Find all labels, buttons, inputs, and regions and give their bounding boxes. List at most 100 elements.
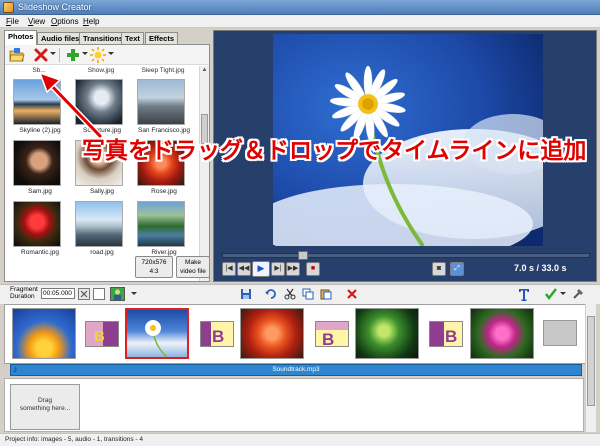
text-tool-icon[interactable] xyxy=(518,288,530,301)
check-dropdown-caret[interactable] xyxy=(560,292,566,295)
thumbnail-image xyxy=(13,140,61,186)
status-bar: Project info: images - 5, audio - 1, tra… xyxy=(0,433,600,446)
paste-icon[interactable] xyxy=(320,288,332,300)
svg-text:B: B xyxy=(445,327,457,346)
photo-label: Skyline (2).jpg xyxy=(19,127,61,134)
play-button[interactable]: ▶ xyxy=(252,261,270,277)
empty-slide-placeholder[interactable] xyxy=(543,320,577,346)
checkmark-icon[interactable] xyxy=(545,288,557,300)
photo-thumbnail[interactable]: San Francisco.jpg xyxy=(133,79,195,139)
partial-row: Sb... Show.jpg Sleep Tight.jpg xyxy=(7,66,197,78)
tab-transitions[interactable]: Transitions xyxy=(79,32,128,44)
storyboard-slide[interactable] xyxy=(355,308,419,359)
fullscreen-icon[interactable]: ⤢ xyxy=(450,262,464,276)
storyboard-transition[interactable]: B xyxy=(85,321,119,347)
thumbnail-image xyxy=(75,201,123,247)
stop-button[interactable]: ■ xyxy=(306,262,320,276)
thumbnail-image xyxy=(13,79,61,125)
timeline-scrollbar[interactable] xyxy=(585,304,596,432)
photo-label: Romantic.jpg xyxy=(21,249,59,256)
storyboard-transition[interactable]: B xyxy=(200,321,234,347)
photo-thumbnail[interactable]: Romantic.jpg xyxy=(9,201,71,261)
window-title: Slideshow Creator xyxy=(18,2,92,12)
fragment-duration-field[interactable]: 00:05.000 xyxy=(41,288,75,299)
storyboard-transition[interactable]: B xyxy=(429,321,463,347)
progress-knob[interactable] xyxy=(298,251,308,260)
title-bar: Slideshow Creator xyxy=(0,0,600,15)
menu-bar: File View Options Help xyxy=(0,15,600,28)
add-dropdown-caret[interactable] xyxy=(82,52,88,55)
tab-photos[interactable]: Photos xyxy=(4,30,38,45)
go-to-end-button[interactable]: ▶▶ xyxy=(286,262,300,276)
thumbnail-image xyxy=(75,79,123,125)
transition-ab-icon: B xyxy=(316,322,348,347)
drag-placeholder[interactable]: Drag something here... xyxy=(10,384,80,430)
snapshot-camera-icon[interactable]: ◙ xyxy=(432,262,446,276)
svg-text:B: B xyxy=(322,330,334,347)
audio-track[interactable]: ♪ Soundtrack.mp3 xyxy=(10,364,582,376)
timeline-scrollbar-thumb[interactable] xyxy=(587,316,595,406)
make-video-button[interactable]: Make video file xyxy=(176,256,210,278)
background-dropdown-caret[interactable] xyxy=(131,292,137,295)
photo-thumbnail[interactable]: Skyline (2).jpg xyxy=(9,79,71,139)
cut-icon[interactable] xyxy=(284,288,296,300)
save-icon[interactable] xyxy=(240,288,252,300)
make-video-line2: video file xyxy=(180,268,206,275)
daisy-thumb-icon xyxy=(145,320,168,358)
rewind-button[interactable]: ◀◀ xyxy=(237,262,251,276)
menu-help[interactable]: Help xyxy=(83,17,99,26)
delete-icon[interactable] xyxy=(33,47,49,63)
svg-text:B: B xyxy=(212,327,224,346)
storyboard-slide[interactable] xyxy=(470,308,534,359)
copy-icon[interactable] xyxy=(302,288,314,300)
delete-dropdown-caret[interactable] xyxy=(50,52,56,55)
undo-icon[interactable] xyxy=(264,288,276,300)
thumbnail-image xyxy=(13,201,61,247)
callout-text: 写真をドラッグ＆ドロップでタイムラインに追加 xyxy=(82,138,587,164)
drag-line1: Drag xyxy=(37,397,53,404)
background-image-icon[interactable] xyxy=(110,287,125,301)
effects-dropdown-caret[interactable] xyxy=(108,52,114,55)
resolution-line1: 720x576 xyxy=(141,259,167,266)
apply-duration-icon[interactable] xyxy=(78,288,90,300)
storyboard-slide-selected[interactable] xyxy=(125,308,189,359)
storyboard-transition[interactable]: B xyxy=(315,321,349,347)
menu-view[interactable]: View xyxy=(28,17,45,26)
add-icon[interactable] xyxy=(65,47,81,63)
scroll-up-arrow[interactable]: ▲ xyxy=(201,67,208,75)
photo-thumbnail[interactable]: River.jpg xyxy=(133,201,195,261)
photo-grid-scrollbar[interactable]: ▲ ▼ xyxy=(199,66,209,281)
photo-label: River.jpg xyxy=(151,249,177,256)
open-folder-icon[interactable] xyxy=(9,47,25,63)
photo-thumbnail[interactable]: road.jpg xyxy=(71,201,133,261)
tools-icon[interactable] xyxy=(572,288,584,300)
toolbar-separator xyxy=(59,48,60,62)
photo-label: Sally.jpg xyxy=(89,188,115,195)
drop-area[interactable] xyxy=(4,378,584,432)
menu-file[interactable]: File xyxy=(6,17,19,26)
storyboard-slide[interactable] xyxy=(12,308,76,359)
tab-audio-files[interactable]: Audio files xyxy=(37,32,84,44)
resolution-line2: 4:3 xyxy=(149,268,159,275)
color-swatch-icon[interactable] xyxy=(93,288,105,300)
resolution-button[interactable]: 720x576 4:3 xyxy=(135,256,173,278)
effects-sun-icon[interactable] xyxy=(90,47,106,63)
playback-progress-bar[interactable] xyxy=(222,251,590,260)
go-to-start-button[interactable]: |◀ xyxy=(222,262,236,276)
photo-thumbnail[interactable]: Sam.jpg xyxy=(9,140,71,200)
remove-icon[interactable] xyxy=(346,288,358,300)
tab-text[interactable]: Text xyxy=(121,32,144,44)
transition-ab-icon: B xyxy=(430,322,462,346)
tab-effects[interactable]: Effects xyxy=(145,32,179,44)
photo-label: road.jpg xyxy=(90,249,114,256)
media-tabs: Photos Audio files Transitions Text Effe… xyxy=(4,30,210,45)
storyboard: B B B B xyxy=(4,304,592,364)
storyboard-slide[interactable] xyxy=(240,308,304,359)
partial-label: Sleep Tight.jpg xyxy=(141,67,185,74)
soundtrack-name: Soundtrack.mp3 xyxy=(272,366,320,373)
app-icon xyxy=(3,2,14,13)
menu-options[interactable]: Options xyxy=(51,17,79,26)
photo-thumbnail[interactable]: Sculpture.jpg xyxy=(71,79,133,139)
partial-label: Show.jpg xyxy=(87,67,115,74)
forward-button[interactable]: ▶| xyxy=(271,262,285,276)
